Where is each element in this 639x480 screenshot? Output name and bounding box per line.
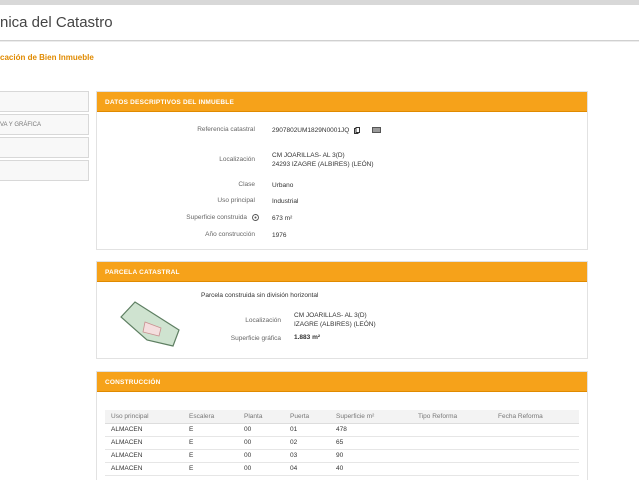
uso-value: Industrial [272, 198, 299, 205]
parcela-subtitle: Parcela construida sin división horizont… [201, 292, 319, 299]
table-cell: E [183, 436, 238, 450]
table-cell: 01 [284, 423, 330, 437]
col-fecha-reforma: Fecha Reforma [492, 410, 579, 424]
parcela-localizacion-line2: IZAGRE (ALBIRES) (LEÓN) [294, 321, 376, 328]
parcel-map-thumbnail[interactable] [117, 292, 183, 350]
parcela-catastral-panel: PARCELA CATASTRAL Parcela construida sin… [96, 261, 588, 359]
table-cell: 04 [284, 462, 330, 476]
table-cell: E [183, 462, 238, 476]
construccion-table: Uso principal Escalera Planta Puerta Sup… [105, 410, 579, 476]
sidebar-item-1[interactable] [0, 91, 89, 112]
table-cell [412, 436, 492, 450]
col-escalera: Escalera [183, 410, 238, 424]
table-cell: ALMACEN [105, 462, 183, 476]
table-cell: E [183, 449, 238, 463]
table-cell: 02 [284, 436, 330, 450]
superficie-label: Superficie construida [186, 214, 247, 221]
sidebar: VA Y GRÁFICA [0, 91, 89, 183]
localizacion-line2: 24293 IZAGRE (ALBIRES) (LEÓN) [272, 161, 374, 168]
table-row: ALMACEN E 00 03 90 [105, 449, 579, 463]
table-cell [492, 449, 579, 463]
table-cell: 00 [238, 436, 284, 450]
table-cell [492, 436, 579, 450]
table-cell: 00 [238, 423, 284, 437]
table-cell [492, 462, 579, 476]
clase-label: Clase [238, 181, 255, 188]
sidebar-item-grafica[interactable]: VA Y GRÁFICA [0, 114, 89, 135]
table-cell: ALMACEN [105, 449, 183, 463]
table-row: ALMACEN E 00 04 40 [105, 462, 579, 476]
main-content: cación de Bien Inmueble VA Y GRÁFICA DAT… [0, 42, 639, 480]
col-uso: Uso principal [105, 410, 183, 424]
parcela-superficie-value: 1.883 m² [294, 334, 321, 341]
col-tipo-reforma: Tipo Reforma [412, 410, 492, 424]
datos-descriptivos-panel: DATOS DESCRIPTIVOS DEL INMUEBLE Referenc… [96, 91, 588, 250]
table-row: ALMACEN E 00 01 478 [105, 423, 579, 437]
localizacion-line1: CM JOARILLAS- AL 3(D) [272, 152, 345, 159]
table-row: ALMACEN E 00 02 65 [105, 436, 579, 450]
sidebar-item-3[interactable] [0, 137, 89, 158]
table-cell [492, 423, 579, 437]
uso-label: Uso principal [217, 197, 255, 204]
info-icon[interactable] [252, 214, 259, 221]
referencia-value: 2907802UM1829N0001JQ [272, 127, 350, 134]
table-cell: 00 [238, 449, 284, 463]
site-header: nica del Catastro [0, 5, 639, 41]
table-cell: E [183, 423, 238, 437]
sidebar-item-4[interactable] [0, 160, 89, 181]
table-cell: 03 [284, 449, 330, 463]
table-cell [412, 462, 492, 476]
referencia-label: Referencia catastral [197, 126, 255, 133]
anio-label: Año construcción [205, 231, 255, 238]
table-cell: ALMACEN [105, 436, 183, 450]
construccion-panel-title: CONSTRUCCIÓN [97, 372, 587, 392]
copy-icon[interactable] [354, 127, 361, 135]
table-cell: 90 [330, 449, 412, 463]
table-cell: 00 [238, 462, 284, 476]
page-title: cación de Bien Inmueble [0, 53, 94, 62]
table-cell: 478 [330, 423, 412, 437]
datos-panel-title: DATOS DESCRIPTIVOS DEL INMUEBLE [97, 92, 587, 112]
superficie-value: 673 m² [272, 215, 293, 222]
table-cell [412, 423, 492, 437]
construccion-panel: CONSTRUCCIÓN Uso principal Escalera Plan… [96, 371, 588, 480]
map-icon[interactable] [371, 127, 381, 134]
parcela-panel-title: PARCELA CATASTRAL [97, 262, 587, 282]
anio-value: 1976 [272, 232, 287, 239]
clase-value: Urbano [272, 182, 294, 189]
table-cell: 40 [330, 462, 412, 476]
col-superficie: Superficie m² [330, 410, 412, 424]
table-header-row: Uso principal Escalera Planta Puerta Sup… [105, 410, 579, 424]
col-planta: Planta [238, 410, 284, 424]
table-cell: 65 [330, 436, 412, 450]
table-cell [412, 449, 492, 463]
table-cell: ALMACEN [105, 423, 183, 437]
parcela-superficie-label: Superficie gráfica [230, 335, 281, 342]
site-title: nica del Catastro [0, 14, 113, 31]
col-puerta: Puerta [284, 410, 330, 424]
parcela-localizacion-line1: CM JOARILLAS- AL 3(D) [294, 312, 367, 319]
localizacion-label: Localización [219, 156, 255, 163]
parcela-localizacion-label: Localización [245, 317, 281, 324]
